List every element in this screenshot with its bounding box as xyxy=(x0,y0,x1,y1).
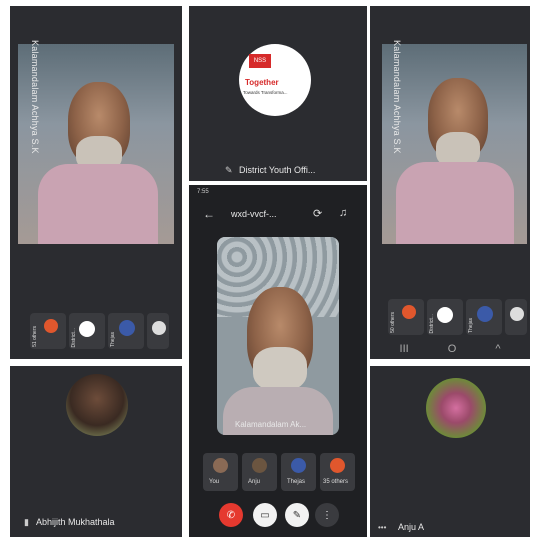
recent-apps-icon[interactable]: III xyxy=(400,343,409,355)
back-icon[interactable]: ^ xyxy=(495,343,500,355)
participant-thumb[interactable]: District... xyxy=(427,299,463,335)
participant-name: Abhijith Mukhathala xyxy=(36,517,115,527)
participant-avatar xyxy=(66,374,128,436)
participant-others[interactable]: 35 others xyxy=(320,453,355,491)
speaker-name: Kalamandalam Achhya S.K xyxy=(392,40,402,154)
audio-output-icon[interactable]: ♫ xyxy=(339,207,347,219)
participant-strip: 51 others District... Thejas xyxy=(30,313,169,349)
participant-thumb[interactable]: 50 others xyxy=(388,299,424,335)
speaker-name: Kalamandalam Achhya S.K xyxy=(30,40,40,154)
participant-name: Anju A xyxy=(398,522,425,532)
nav-bar xyxy=(20,354,170,359)
speaker-name: Kalamandalam Ak... xyxy=(235,420,307,429)
participant-thumb[interactable] xyxy=(505,299,527,335)
participant-thumb[interactable]: Thejas xyxy=(466,299,502,335)
speaker-shirt xyxy=(396,162,514,244)
mic-off-button[interactable]: ✎ xyxy=(285,503,309,527)
meeting-code: wxd-vvcf-... xyxy=(231,209,277,219)
end-call-button[interactable]: ✆ xyxy=(219,503,243,527)
speaker-beard xyxy=(253,347,307,391)
tile-name: District Youth Offi... xyxy=(239,165,316,175)
speaker-video: Kalamandalam Ak... xyxy=(217,237,339,435)
back-arrow-icon[interactable]: ← xyxy=(203,207,215,221)
top-center-panel: NSS Together Towards Transforma... ✎ Dis… xyxy=(189,6,367,181)
status-time: 7:55 xyxy=(197,189,209,195)
bottom-right-panel: ••• Anju A xyxy=(370,366,530,537)
participant-thumb[interactable] xyxy=(147,313,169,349)
speaker-shirt xyxy=(38,164,158,244)
more-options-button[interactable]: ⋮ xyxy=(315,503,339,527)
logo-badge: NSS xyxy=(249,54,271,68)
top-right-panel: Kalamandalam Achhya S.K 50 others Distri… xyxy=(370,6,530,359)
camera-off-button[interactable]: ▭ xyxy=(253,503,277,527)
home-icon[interactable]: O xyxy=(448,343,457,355)
participant-strip: 50 others District... Thejas xyxy=(388,299,527,335)
main-video xyxy=(382,44,527,244)
participant-thumb[interactable]: Thejas xyxy=(108,313,144,349)
organization-logo: NSS Together Towards Transforma... xyxy=(239,44,311,116)
nav-bar: III O ^ xyxy=(380,342,520,356)
mic-muted-icon: ✎ xyxy=(225,165,233,175)
participant-thumb[interactable]: District... xyxy=(69,313,105,349)
participant-thejas[interactable]: Thejas xyxy=(281,453,316,491)
main-video xyxy=(18,44,174,244)
mic-icon: ▮ xyxy=(24,517,29,527)
bottom-left-panel: ▮ Abhijith Mukhathala xyxy=(10,366,182,537)
top-left-panel: Kalamandalam Achhya S.K 51 others Distri… xyxy=(10,6,182,359)
phone-panel: 7:55 ← wxd-vvcf-... ⟳ ♫ Kalamandalam Ak.… xyxy=(189,185,367,537)
participant-thumb[interactable]: 51 others xyxy=(30,313,66,349)
participant-anju[interactable]: Anju xyxy=(242,453,277,491)
logo-title: Together xyxy=(245,78,279,87)
logo-subtitle: Towards Transforma... xyxy=(243,90,288,95)
participant-avatar xyxy=(426,378,486,438)
participant-you[interactable]: You xyxy=(203,453,238,491)
switch-camera-icon[interactable]: ⟳ xyxy=(313,207,322,220)
more-icon: ••• xyxy=(378,523,387,532)
participant-row: You Anju Thejas 35 others xyxy=(203,453,355,493)
